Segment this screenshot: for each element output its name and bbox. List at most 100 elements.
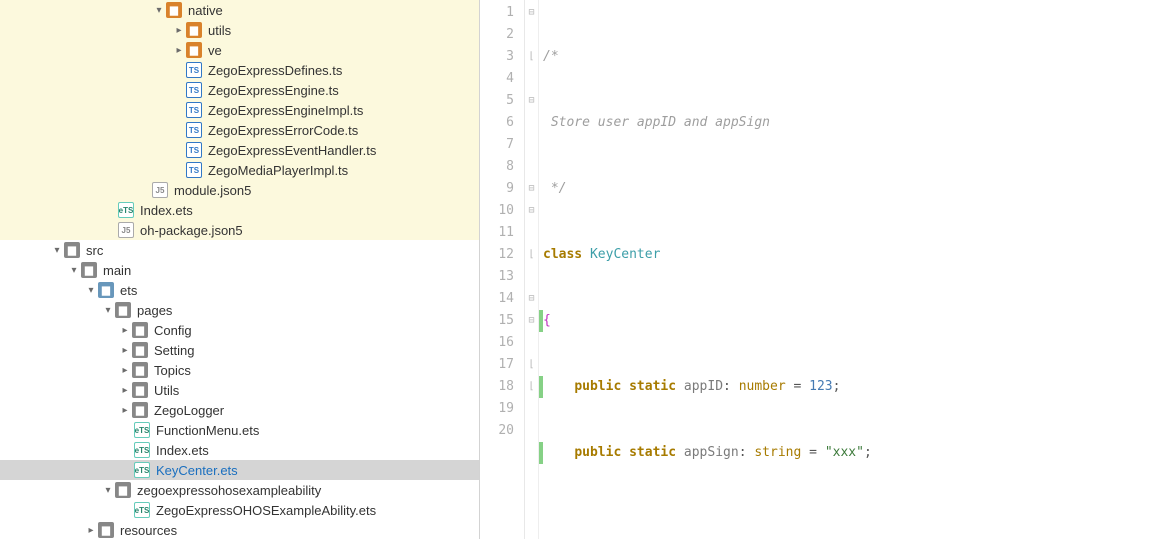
code-editor[interactable]: /* Store user appID and appSign */ class… <box>539 0 1155 539</box>
tree-label: oh-package.json5 <box>138 223 243 238</box>
tree-file-modulejson[interactable]: J5 module.json5 <box>0 180 479 200</box>
tree-label: KeyCenter.ets <box>154 463 238 478</box>
fold-marker-close[interactable]: ⌊ <box>525 376 538 398</box>
tree-label: ZegoExpressDefines.ts <box>206 63 342 78</box>
tree-label: ZegoMediaPlayerImpl.ts <box>206 163 348 178</box>
chevron-down-icon: ▾ <box>152 5 166 16</box>
tree-label: ve <box>206 43 222 58</box>
tree-label: Topics <box>152 363 191 378</box>
ets-file-icon: eTS <box>134 442 150 458</box>
code-line[interactable]: public static appSign: string = "xxx"; <box>539 442 1155 464</box>
folder-icon: ▆ <box>186 22 202 38</box>
tree-folder-pages[interactable]: ▾ ▆ pages <box>0 300 479 320</box>
chevron-right-icon: ▸ <box>172 25 186 36</box>
fold-marker-open[interactable]: ⊟ <box>525 2 538 24</box>
tree-folder-utils[interactable]: ▸ ▆ utils <box>0 20 479 40</box>
ts-file-icon: TS <box>186 122 202 138</box>
line-number[interactable]: 2 <box>480 24 524 46</box>
folder-icon: ▆ <box>132 382 148 398</box>
code-line[interactable]: */ <box>539 178 1155 200</box>
line-number[interactable]: 20 <box>480 420 524 442</box>
tree-folder-ve[interactable]: ▸ ▆ ve <box>0 40 479 60</box>
fold-marker-open[interactable]: ⊟ <box>525 178 538 200</box>
line-number[interactable]: 9 <box>480 178 524 200</box>
tree-file-mediaplayer[interactable]: TS ZegoMediaPlayerImpl.ts <box>0 160 479 180</box>
tree-label: Index.ets <box>138 203 193 218</box>
fold-marker-open[interactable]: ⊟ <box>525 310 538 332</box>
tree-file-keycenter[interactable]: eTS KeyCenter.ets <box>0 460 479 480</box>
fold-marker-open[interactable]: ⊟ <box>525 200 538 222</box>
code-line[interactable]: /* <box>539 46 1155 68</box>
chevron-down-icon: ▾ <box>84 285 98 296</box>
code-line[interactable]: Store user appID and appSign <box>539 112 1155 134</box>
line-number[interactable]: 3 <box>480 46 524 68</box>
tree-folder-utils2[interactable]: ▸ ▆ Utils <box>0 380 479 400</box>
line-number[interactable]: 14 <box>480 288 524 310</box>
line-number[interactable]: 12 <box>480 244 524 266</box>
line-number[interactable]: 17 <box>480 354 524 376</box>
change-marker <box>539 376 543 398</box>
tree-file-index[interactable]: eTS Index.ets <box>0 200 479 220</box>
line-number[interactable]: 4 <box>480 68 524 90</box>
code-line[interactable]: public static appID: number = 123; <box>539 376 1155 398</box>
chevron-right-icon: ▸ <box>118 385 132 396</box>
code-line[interactable] <box>539 508 1155 530</box>
line-number[interactable]: 19 <box>480 398 524 420</box>
tree-file-index2[interactable]: eTS Index.ets <box>0 440 479 460</box>
tree-folder-ets[interactable]: ▾ ▆ ets <box>0 280 479 300</box>
line-number[interactable]: 1 <box>480 2 524 24</box>
code-line[interactable]: { <box>539 310 1155 332</box>
tree-file-engineimpl[interactable]: TS ZegoExpressEngineImpl.ts <box>0 100 479 120</box>
tree-label: zegoexpressohosexampleability <box>135 483 321 498</box>
tree-folder-topics[interactable]: ▸ ▆ Topics <box>0 360 479 380</box>
tree-label: FunctionMenu.ets <box>154 423 259 438</box>
fold-marker-close[interactable]: ⌊ <box>525 46 538 68</box>
tree-folder-main[interactable]: ▾ ▆ main <box>0 260 479 280</box>
tree-folder-src[interactable]: ▾ ▆ src <box>0 240 479 260</box>
tree-folder-config[interactable]: ▸ ▆ Config <box>0 320 479 340</box>
change-marker <box>539 442 543 464</box>
line-number[interactable]: 13 <box>480 266 524 288</box>
line-number[interactable]: 15 <box>480 310 524 332</box>
fold-marker-close[interactable]: ⌊ <box>525 354 538 376</box>
line-number[interactable]: 11 <box>480 222 524 244</box>
tree-folder-ability[interactable]: ▾ ▆ zegoexpressohosexampleability <box>0 480 479 500</box>
fold-column[interactable]: ⊟ ⌊ ⊟ ⊟ ⊟ ⌊ ⊟ ⊟ ⌊ ⌊ <box>525 0 539 539</box>
chevron-down-icon: ▾ <box>50 245 64 256</box>
line-number[interactable]: 10 <box>480 200 524 222</box>
tree-folder-zegologger[interactable]: ▸ ▆ ZegoLogger <box>0 400 479 420</box>
code-line[interactable]: class KeyCenter <box>539 244 1155 266</box>
fold-marker-close[interactable]: ⌊ <box>525 244 538 266</box>
tree-file-engine[interactable]: TS ZegoExpressEngine.ts <box>0 80 479 100</box>
chevron-down-icon: ▾ <box>101 305 115 316</box>
tree-highlighted-region: ▾ ▆ native ▸ ▆ utils ▸ ▆ ve TS ZegoExpre… <box>0 0 479 240</box>
tree-file-defines[interactable]: TS ZegoExpressDefines.ts <box>0 60 479 80</box>
tree-folder-resources[interactable]: ▸ ▆ resources <box>0 520 479 539</box>
folder-icon: ▆ <box>132 362 148 378</box>
line-number[interactable]: 18 <box>480 376 524 398</box>
tree-file-eventhandler[interactable]: TS ZegoExpressEventHandler.ts <box>0 140 479 160</box>
line-number[interactable]: 8 <box>480 156 524 178</box>
tree-file-ohpkg[interactable]: J5 oh-package.json5 <box>0 220 479 240</box>
tree-label: resources <box>118 523 177 538</box>
line-number[interactable]: 5 <box>480 90 524 112</box>
ts-file-icon: TS <box>186 102 202 118</box>
app-root: ▾ ▆ native ▸ ▆ utils ▸ ▆ ve TS ZegoExpre… <box>0 0 1155 539</box>
line-number[interactable]: 6 <box>480 112 524 134</box>
fold-marker-open[interactable]: ⊟ <box>525 288 538 310</box>
tree-label: Utils <box>152 383 179 398</box>
tree-file-ability[interactable]: eTS ZegoExpressOHOSExampleAbility.ets <box>0 500 479 520</box>
chevron-right-icon: ▸ <box>84 525 98 536</box>
tree-file-funcmenu[interactable]: eTS FunctionMenu.ets <box>0 420 479 440</box>
tree-folder-setting[interactable]: ▸ ▆ Setting <box>0 340 479 360</box>
fold-marker-open[interactable]: ⊟ <box>525 90 538 112</box>
tree-label: Config <box>152 323 192 338</box>
tree-folder-native[interactable]: ▾ ▆ native <box>0 0 479 20</box>
folder-icon: ▆ <box>186 42 202 58</box>
line-number[interactable]: 7 <box>480 134 524 156</box>
line-number[interactable]: 16 <box>480 332 524 354</box>
line-number-gutter[interactable]: 1 2 3 4 5 6 7 8 9 10 11 12 13 14 15 16 1… <box>480 0 525 539</box>
tree-file-errorcode[interactable]: TS ZegoExpressErrorCode.ts <box>0 120 479 140</box>
ets-file-icon: eTS <box>134 502 150 518</box>
project-tree-panel[interactable]: ▾ ▆ native ▸ ▆ utils ▸ ▆ ve TS ZegoExpre… <box>0 0 479 539</box>
